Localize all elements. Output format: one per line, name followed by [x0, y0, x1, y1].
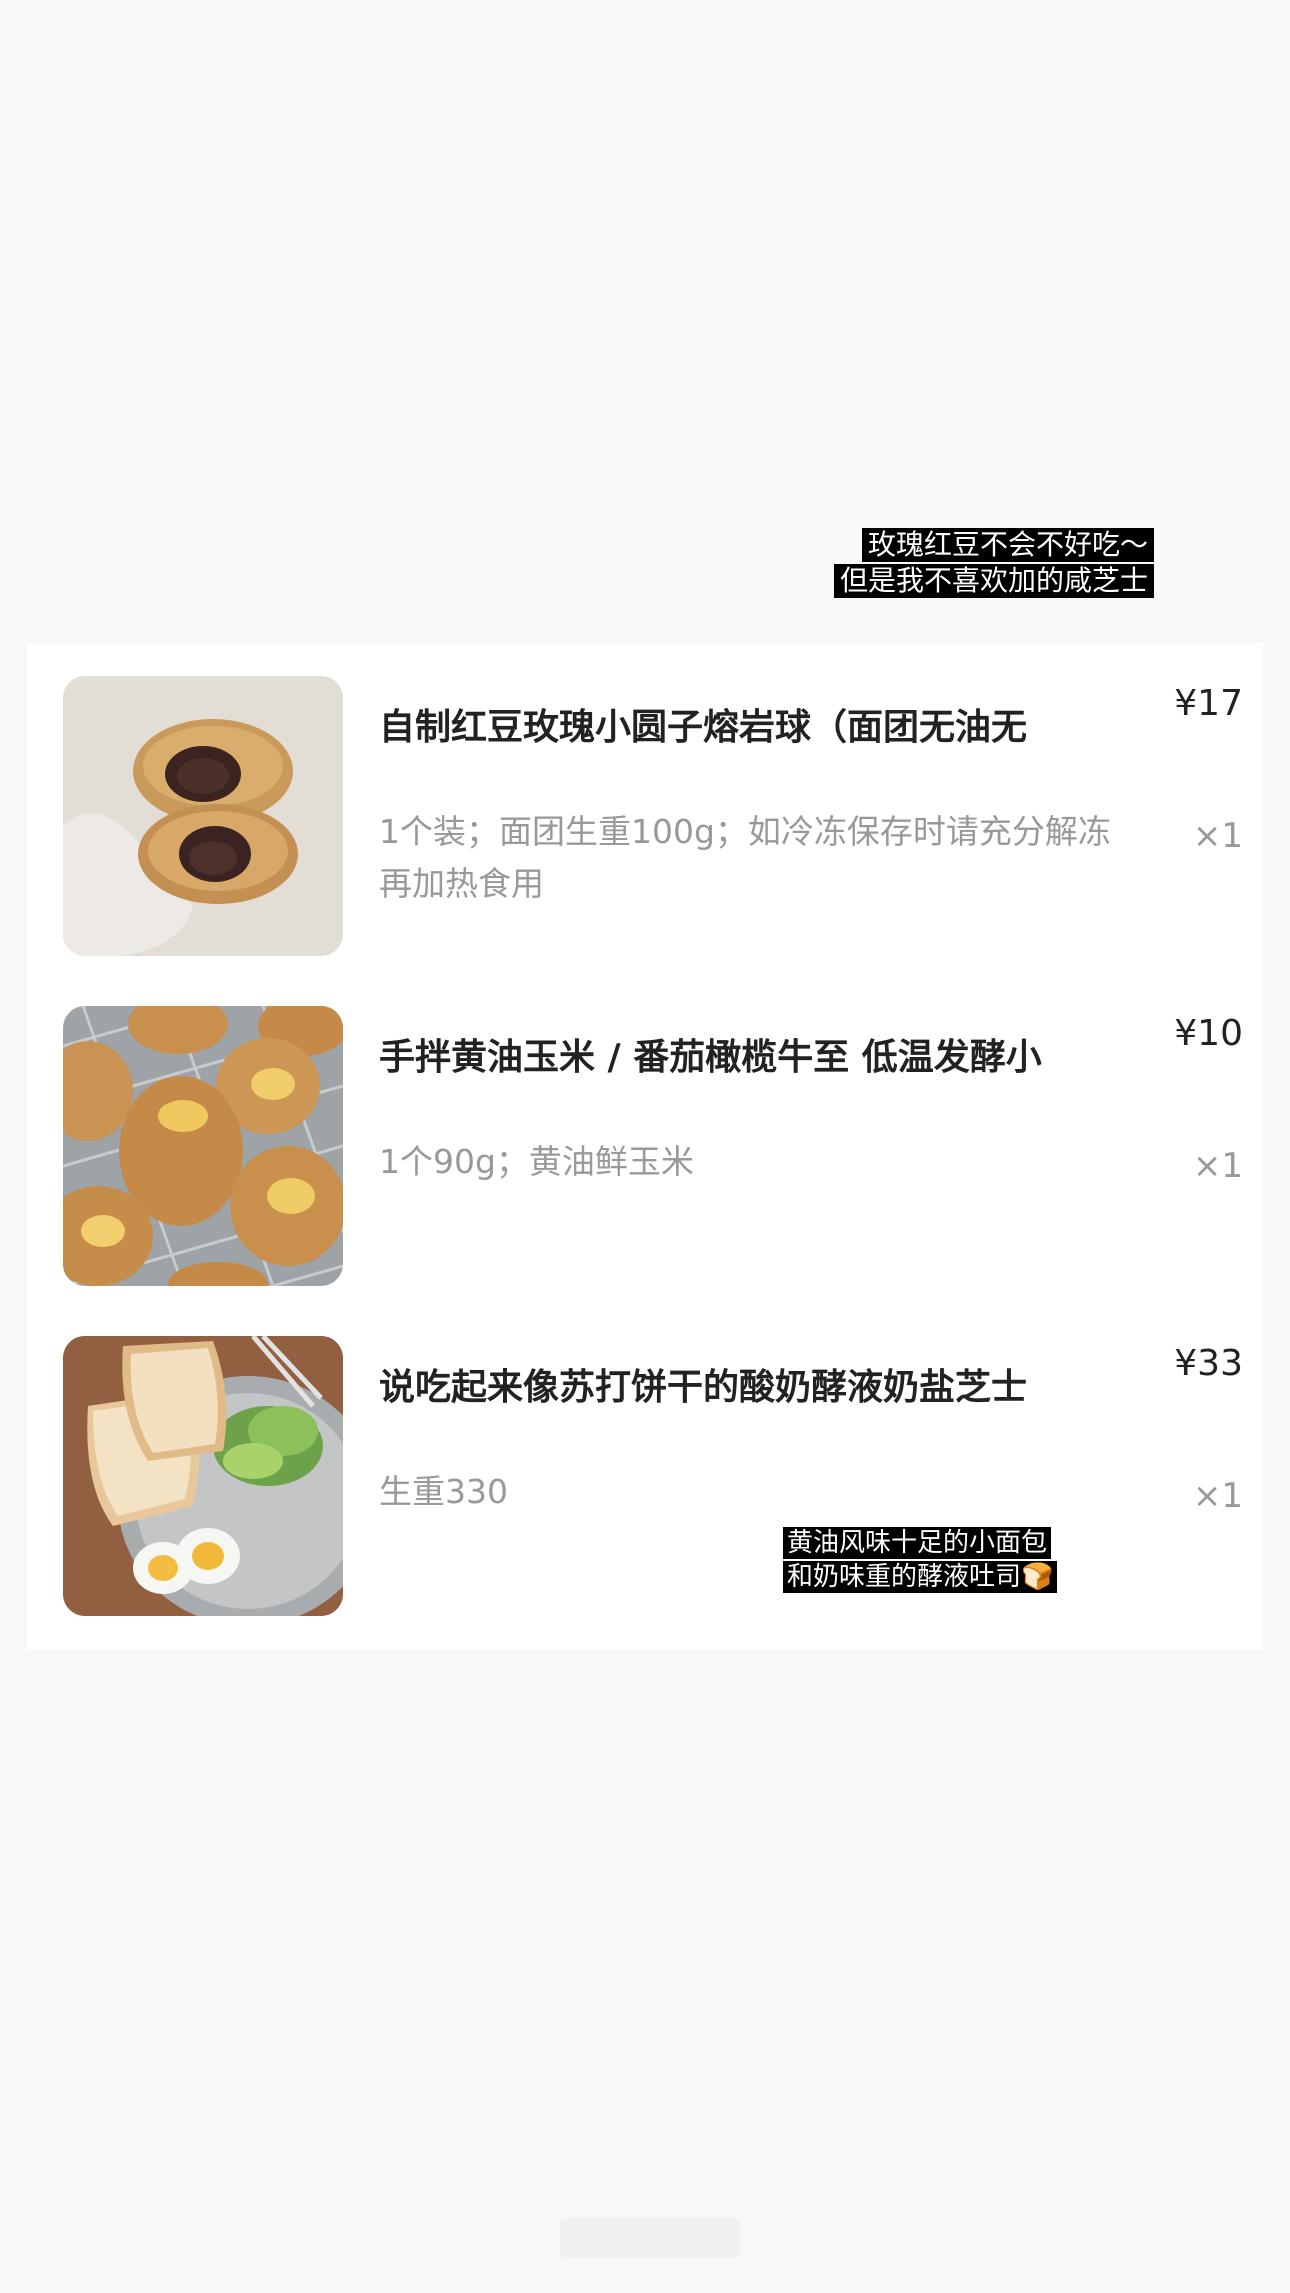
- product-spec: 1个装；面团生重100g；如冷冻保存时请充分解冻再加热食用: [379, 812, 1111, 903]
- order-item[interactable]: 自制红豆玫瑰小圆子熔岩球（面团无油无 1个装；面团生重100g；如冷冻保存时请充…: [63, 676, 1243, 956]
- product-image-sourdough-toast-plate[interactable]: [63, 1336, 343, 1616]
- bottom-caption-line-1: 黄油风味十足的小面包: [783, 1527, 1052, 1559]
- product-price: ¥17: [1174, 683, 1243, 724]
- order-item[interactable]: 手拌黄油玉米 / 番茄橄榄牛至 低温发酵小 1个90g；黄油鲜玉米 ¥10 ×1: [63, 1006, 1243, 1286]
- product-quantity: ×1: [1192, 816, 1243, 856]
- product-title[interactable]: 说吃起来像苏打饼干的酸奶酵液奶盐芝士: [379, 1366, 1179, 1410]
- product-image-butter-corn-bun[interactable]: [63, 1006, 343, 1286]
- product-price: ¥10: [1174, 1013, 1243, 1054]
- product-title[interactable]: 手拌黄油玉米 / 番茄橄榄牛至 低温发酵小: [379, 1036, 1179, 1080]
- product-quantity: ×1: [1192, 1146, 1243, 1186]
- top-caption: 玫瑰红豆不会不好吃～ 但是我不喜欢加的咸芝士: [833, 528, 1154, 598]
- top-caption-line-1: 玫瑰红豆不会不好吃～: [861, 528, 1154, 562]
- product-image-red-bean-lava-bun[interactable]: [63, 676, 343, 956]
- bottom-caption-line-2: 和奶味重的酵液吐司🍞: [783, 1561, 1058, 1593]
- order-item[interactable]: 说吃起来像苏打饼干的酸奶酵液奶盐芝士 生重330 ¥33 ×1: [63, 1336, 1243, 1616]
- order-items-card: 自制红豆玫瑰小圆子熔岩球（面团无油无 1个装；面团生重100g；如冷冻保存时请充…: [27, 643, 1263, 1650]
- watermark: [560, 2218, 740, 2258]
- bottom-caption: 黄油风味十足的小面包 和奶味重的酵液吐司🍞: [783, 1527, 1058, 1593]
- product-spec: 1个90g；黄油鲜玉米: [379, 1142, 694, 1181]
- product-title[interactable]: 自制红豆玫瑰小圆子熔岩球（面团无油无: [379, 706, 1179, 750]
- product-price: ¥33: [1174, 1343, 1243, 1384]
- product-spec: 生重330: [379, 1472, 508, 1511]
- top-caption-line-2: 但是我不喜欢加的咸芝士: [833, 564, 1154, 598]
- product-quantity: ×1: [1192, 1476, 1243, 1516]
